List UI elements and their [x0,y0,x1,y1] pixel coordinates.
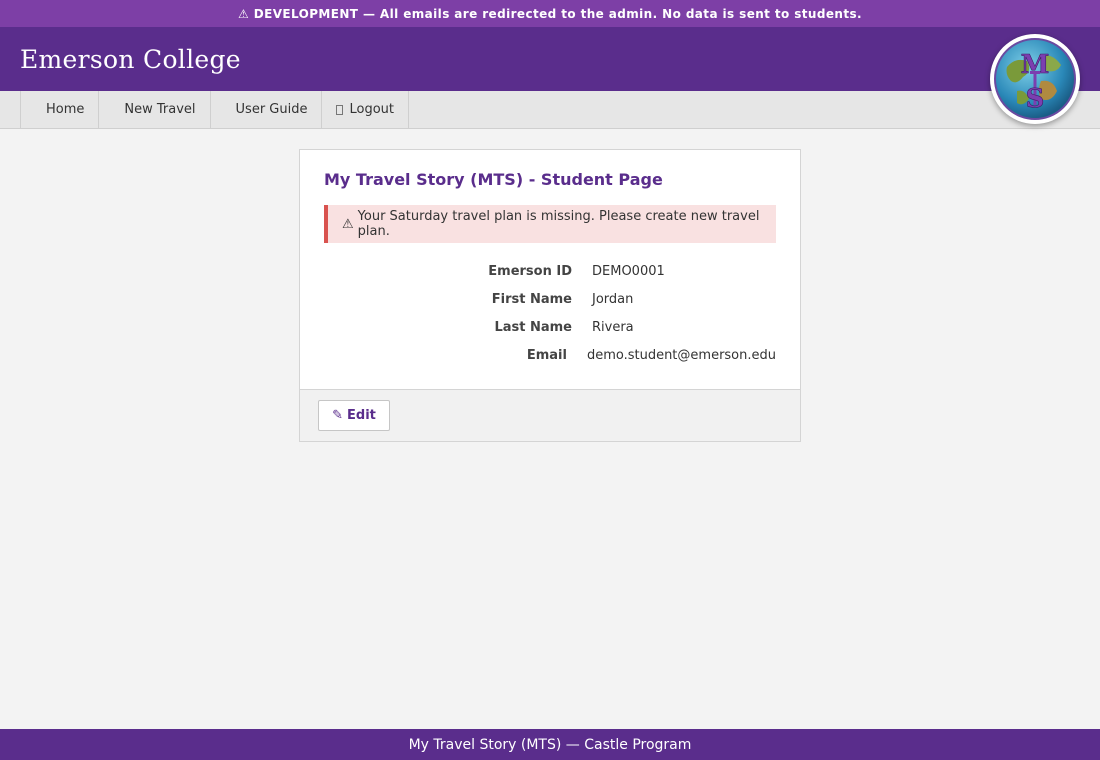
info-row-first-name: First Name Jordan [324,285,776,313]
info-label: Email [526,347,567,363]
logout-icon [336,104,344,115]
info-row-email: Email demo.student@emerson.edu [324,341,776,369]
info-label: Last Name [494,319,572,335]
edit-label: Edit [347,408,376,423]
main-nav: Home New Travel User Guide Logout [0,91,1100,129]
nav-label: User Guide [235,102,308,117]
info-label: First Name [491,291,572,307]
nav-label: Home [46,102,85,117]
brand-name: Emerson College [20,44,241,74]
logo-letter-s: S [1026,84,1045,114]
info-value: DEMO0001 [592,263,665,279]
warning-icon: ⚠ [342,216,354,232]
student-card: My Travel Story (MTS) - Student Page ⚠ Y… [299,149,801,442]
development-banner: ⚠ DEVELOPMENT — All emails are redirecte… [0,0,1100,27]
card-footer: ✎ Edit [300,389,800,441]
site-header: Emerson College M S [0,27,1100,124]
info-row-emerson-id: Emerson ID DEMO0001 [324,257,776,285]
nav-item-user-guide[interactable]: User Guide [209,91,322,128]
info-label: Emerson ID [488,263,572,279]
info-row-last-name: Last Name Rivera [324,313,776,341]
footer-text: My Travel Story (MTS) — Castle Program [408,736,692,753]
info-value: demo.student@emerson.edu [586,347,776,363]
nav-item-new-travel[interactable]: New Travel [98,91,209,128]
nav-item-home[interactable]: Home [20,91,98,128]
nav-label: New Travel [124,102,196,117]
site-footer: My Travel Story (MTS) — Castle Program [0,729,1100,760]
info-value: Jordan [592,291,634,307]
mts-logo: M S [990,34,1080,124]
card-body: My Travel Story (MTS) - Student Page ⚠ Y… [300,150,800,389]
banner-text: ⚠ DEVELOPMENT — All emails are redirecte… [238,6,862,21]
page-title: My Travel Story (MTS) - Student Page [324,170,663,189]
nav-label: Logout [349,102,394,117]
nav-item-logout[interactable]: Logout [321,91,409,128]
mts-globe-logo-icon: M S [994,38,1076,120]
edit-button[interactable]: ✎ Edit [318,400,390,431]
missing-plan-alert: ⚠ Your Saturday travel plan is missing. … [324,205,776,243]
alert-text: Your Saturday travel plan is missing. Pl… [357,209,760,239]
pencil-icon: ✎ [332,408,344,423]
info-value: Rivera [592,319,634,335]
